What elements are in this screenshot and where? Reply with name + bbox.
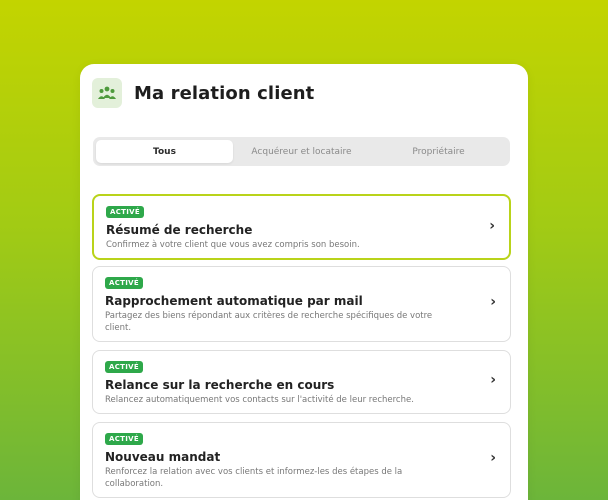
card-description: Relancez automatiquement vos contacts su… — [105, 395, 414, 405]
card-description: Renforcez la relation avec vos clients e… — [105, 467, 403, 489]
card-title: Nouveau mandat — [105, 450, 221, 464]
status-badge: ACTIVÉ — [106, 206, 144, 218]
chevron-right-icon[interactable]: › — [490, 372, 496, 388]
card-title: Relance sur la recherche en cours — [105, 378, 335, 392]
chevron-right-icon[interactable]: › — [489, 218, 495, 234]
tab-acquereur-locataire[interactable]: Acquéreur et locataire — [233, 140, 370, 163]
status-badge: ACTIVÉ — [105, 277, 143, 289]
filter-tabs: Tous Acquéreur et locataire Propriétaire — [93, 137, 510, 166]
card-resume-recherche[interactable]: ACTIVÉ Résumé de recherche Confirmez à v… — [92, 194, 511, 260]
card-description: Partagez des biens répondant aux critère… — [105, 311, 433, 333]
tab-tous[interactable]: Tous — [96, 140, 233, 163]
status-badge: ACTIVÉ — [105, 361, 143, 373]
chevron-right-icon[interactable]: › — [490, 294, 496, 310]
card-nouveau-mandat[interactable]: ACTIVÉ Nouveau mandat Renforcez la relat… — [92, 422, 511, 498]
status-badge: ACTIVÉ — [105, 433, 143, 445]
chevron-right-icon[interactable]: › — [490, 450, 496, 466]
card-title: Rapprochement automatique par mail — [105, 294, 363, 308]
panel-header: Ma relation client — [92, 78, 314, 108]
people-group-icon — [92, 78, 122, 108]
card-title: Résumé de recherche — [106, 223, 253, 237]
card-relance-recherche[interactable]: ACTIVÉ Relance sur la recherche en cours… — [92, 350, 511, 414]
card-rapprochement-automatique[interactable]: ACTIVÉ Rapprochement automatique par mai… — [92, 266, 511, 342]
card-description: Confirmez à votre client que vous avez c… — [106, 240, 360, 250]
page-title: Ma relation client — [134, 82, 315, 104]
relation-client-panel: Ma relation client Tous Acquéreur et loc… — [80, 64, 528, 500]
tab-proprietaire[interactable]: Propriétaire — [370, 140, 507, 163]
